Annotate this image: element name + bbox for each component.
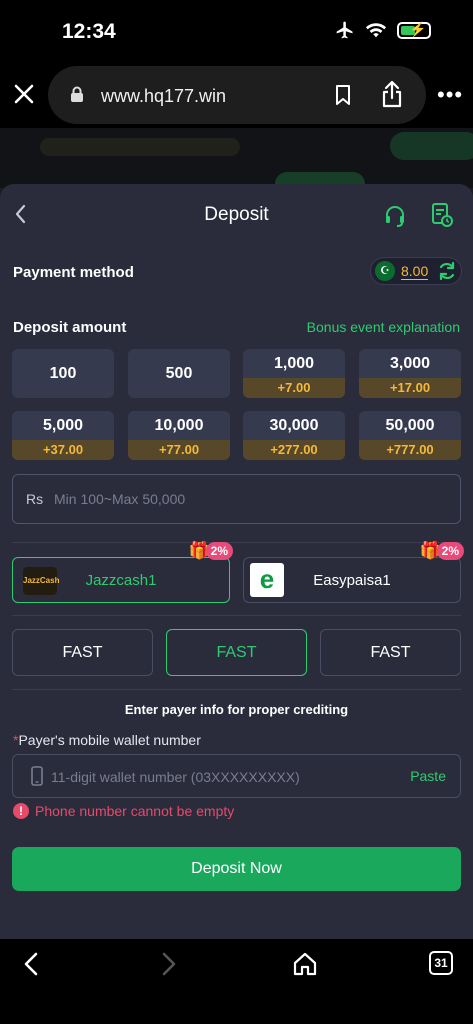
battery-icon: ⚡ [397, 21, 431, 39]
browser-forward-icon[interactable] [156, 951, 180, 977]
payment-method-label: Payment method [13, 264, 134, 281]
address-bar[interactable]: www.hq177.win [48, 66, 426, 124]
amount-option[interactable]: 100 [12, 349, 114, 398]
amount-value: 500 [165, 365, 193, 382]
amount-option[interactable]: 500 [128, 349, 230, 398]
amount-bonus: +277.00 [243, 440, 345, 460]
browser-back-icon[interactable] [20, 951, 44, 977]
wallet-label-text: Payer's mobile wallet number [18, 732, 201, 748]
close-icon[interactable] [12, 82, 36, 106]
browser-toolbar: www.hq177.win ••• [0, 62, 473, 128]
amount-bonus: +7.00 [243, 378, 345, 398]
amount-value: 10,000 [154, 417, 204, 434]
background-page [0, 128, 473, 188]
status-time: 12:34 [62, 20, 116, 43]
status-icons: ⚡ [335, 20, 431, 40]
speed-option[interactable]: FAST [12, 629, 153, 676]
refresh-icon[interactable] [437, 261, 457, 281]
promo-badge: 🎁 2% [188, 540, 233, 562]
promo-badge: 🎁 2% [419, 540, 464, 562]
channel-name: Jazzcash1 [85, 572, 157, 589]
speed-option-selected[interactable]: FAST [166, 629, 307, 676]
url-text[interactable]: www.hq177.win [101, 86, 226, 107]
pakistan-flag-icon: ☪ [375, 261, 395, 281]
status-bar: 12:34 ⚡ [0, 0, 473, 62]
promo-percent: 2% [436, 542, 464, 560]
amount-value: 1,000 [273, 355, 315, 372]
amount-input[interactable] [54, 487, 434, 511]
amount-bonus: +777.00 [359, 440, 461, 460]
amount-option[interactable]: 1,000 +7.00 [243, 349, 345, 398]
amount-option[interactable]: 3,000 +17.00 [359, 349, 461, 398]
currency-label: Rs [26, 491, 44, 507]
balance-badge: ☪ 8.00 [370, 257, 462, 285]
more-options-icon[interactable]: ••• [437, 82, 463, 108]
amount-option[interactable]: 10,000 +77.00 [128, 411, 230, 460]
airplane-icon [336, 21, 353, 39]
amount-option[interactable]: 30,000 +277.00 [243, 411, 345, 460]
speed-option[interactable]: FAST [320, 629, 461, 676]
amount-bonus: +37.00 [12, 440, 114, 460]
channel-jazzcash[interactable]: JazzCash Jazzcash1 🎁 2% [12, 541, 233, 603]
amount-option[interactable]: 50,000 +777.00 [359, 411, 461, 460]
bookmark-icon[interactable] [335, 84, 351, 106]
channel-easypaisa[interactable]: e Easypaisa1 🎁 2% [243, 541, 464, 603]
divider [12, 615, 461, 616]
lock-icon [71, 86, 83, 102]
deposit-now-button[interactable]: Deposit Now [12, 847, 461, 891]
share-icon[interactable] [381, 80, 403, 108]
browser-bottom-bar: 31 [0, 939, 473, 1024]
history-icon[interactable] [430, 202, 454, 228]
home-icon[interactable] [292, 951, 318, 977]
divider [12, 689, 461, 690]
deposit-sheet: Deposit Payment method ☪ 8.00 Deposit am… [0, 184, 473, 939]
payer-info-note: Enter payer info for proper crediting [124, 702, 349, 717]
wallet-number-label: *Payer's mobile wallet number [13, 732, 201, 748]
error-message: Phone number cannot be empty [35, 803, 235, 819]
deposit-amount-label: Deposit amount [13, 319, 127, 336]
tabs-count-button[interactable]: 31 [429, 951, 453, 975]
paste-button[interactable]: Paste [410, 768, 446, 784]
balance-value: 8.00 [401, 263, 429, 280]
wallet-number-input[interactable] [51, 765, 391, 789]
amount-value: 100 [49, 365, 77, 382]
promo-percent: 2% [205, 542, 233, 560]
headset-icon[interactable] [383, 204, 407, 228]
amount-value: 30,000 [269, 417, 319, 434]
wallet-number-field[interactable]: Paste [12, 754, 461, 798]
amount-value: 3,000 [389, 355, 431, 372]
custom-amount-field[interactable]: Rs [12, 474, 461, 524]
phone-icon [31, 766, 43, 786]
bonus-explanation-link[interactable]: Bonus event explanation [307, 319, 460, 335]
divider [12, 542, 461, 543]
error-icon: ! [13, 803, 29, 819]
amount-bonus: +17.00 [359, 378, 461, 398]
amount-value: 50,000 [385, 417, 435, 434]
amount-bonus: +77.00 [128, 440, 230, 460]
amount-option[interactable]: 5,000 +37.00 [12, 411, 114, 460]
wifi-icon [365, 23, 387, 38]
amount-value: 5,000 [42, 417, 84, 434]
channel-name: Easypaisa1 [313, 572, 391, 589]
